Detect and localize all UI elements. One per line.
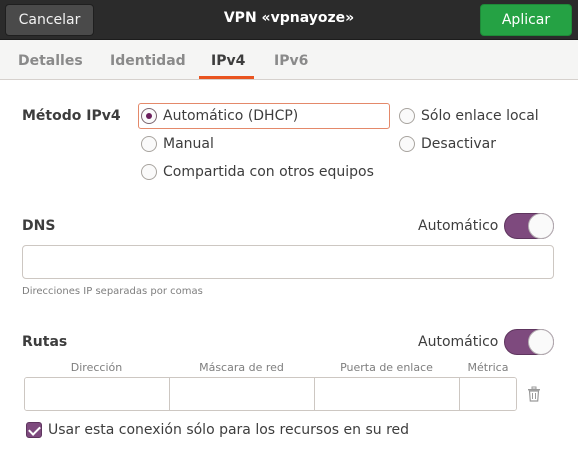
switch-knob: [528, 213, 554, 239]
radio-label: Compartida con otros equipos: [163, 164, 374, 180]
ipv4-method-label: Método IPv4: [22, 108, 121, 124]
routes-auto-label: Automático: [418, 334, 499, 350]
trash-icon: [527, 386, 540, 402]
dns-auto-label: Automático: [418, 218, 499, 234]
routes-label: Rutas: [22, 334, 68, 350]
apply-button[interactable]: Aplicar: [480, 4, 572, 36]
radio-label: Manual: [163, 136, 214, 152]
active-tab-indicator: [199, 76, 254, 79]
route-address-input[interactable]: [25, 378, 170, 410]
column-header-netmask: Máscara de red: [199, 361, 284, 374]
radio-shared[interactable]: Compartida con otros equipos: [141, 161, 374, 183]
tab-details[interactable]: Detalles: [18, 40, 83, 80]
radio-disable[interactable]: Desactivar: [399, 133, 496, 155]
radio-indicator: [399, 108, 415, 124]
route-netmask-input[interactable]: [170, 378, 315, 410]
tab-ipv6[interactable]: IPv6: [274, 40, 308, 80]
radio-indicator: [141, 136, 157, 152]
radio-label: Sólo enlace local: [421, 108, 539, 124]
radio-indicator: [141, 108, 157, 124]
tab-identity[interactable]: Identidad: [110, 40, 186, 80]
radio-indicator: [399, 136, 415, 152]
dns-hint: Direcciones IP separadas por comas: [22, 286, 203, 297]
checkbox-label: Usar esta conexión sólo para los recurso…: [48, 422, 410, 438]
radio-indicator: [141, 164, 157, 180]
dns-input[interactable]: [22, 245, 554, 279]
radio-manual[interactable]: Manual: [141, 133, 214, 155]
radio-label: Automático (DHCP): [163, 108, 299, 124]
route-gateway-input[interactable]: [315, 378, 460, 410]
switch-knob: [528, 329, 554, 355]
radio-label: Desactivar: [421, 136, 496, 152]
column-header-address: Dirección: [70, 361, 123, 374]
check-icon: [26, 422, 42, 438]
only-resources-checkbox[interactable]: Usar esta conexión sólo para los recurso…: [26, 419, 409, 441]
dns-label: DNS: [22, 218, 56, 234]
radio-link-local[interactable]: Sólo enlace local: [399, 105, 539, 127]
dns-auto-switch[interactable]: [504, 213, 554, 239]
route-metric-input[interactable]: [460, 378, 516, 410]
tab-bar: Detalles Identidad IPv4 IPv6: [0, 40, 578, 80]
delete-route-button[interactable]: [517, 377, 550, 411]
route-row: [24, 377, 517, 411]
radio-auto-dhcp[interactable]: Automático (DHCP): [141, 105, 298, 127]
tab-ipv4[interactable]: IPv4: [211, 40, 245, 80]
routes-auto-switch[interactable]: [504, 329, 554, 355]
column-header-gateway: Puerta de enlace: [340, 361, 433, 374]
header-bar: Cancelar VPN «vpnayoze» Aplicar: [0, 0, 578, 40]
column-header-metric: Métrica: [467, 361, 509, 374]
